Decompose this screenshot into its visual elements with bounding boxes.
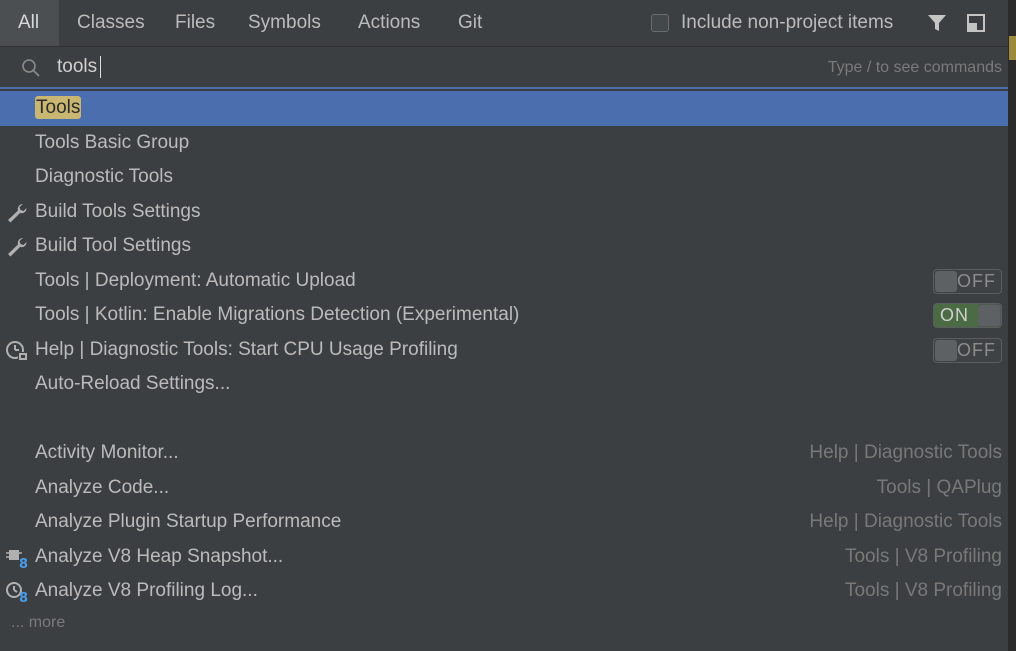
result-row[interactable]: Help | Diagnostic Tools: Start CPU Usage… [0, 333, 1008, 368]
result-location: Tools | QAPlug [876, 476, 1002, 498]
tab-bar: All Classes Files Symbols Actions Git In… [0, 0, 1008, 47]
checkbox-box[interactable] [651, 14, 669, 32]
result-row[interactable]: Analyze Plugin Startup Performance Help … [0, 505, 1008, 540]
tab-classes[interactable]: Classes [59, 0, 163, 46]
tab-all[interactable]: All [0, 0, 59, 46]
more-link[interactable]: ... more [11, 614, 65, 632]
result-label: Analyze V8 Heap Snapshot... [35, 545, 284, 567]
result-label: Build Tools Settings [35, 200, 201, 222]
result-label: Tools | Deployment: Automatic Upload [35, 269, 356, 291]
toggle-state: ON [940, 305, 969, 325]
wrench-icon [5, 202, 29, 224]
result-row[interactable]: Build Tools Settings [0, 195, 1008, 230]
toggle-knob [935, 339, 957, 361]
cpu-profiling-icon [5, 340, 29, 362]
result-label: Tools Basic Group [35, 131, 190, 153]
tab-symbols[interactable]: Symbols [230, 0, 339, 46]
result-row[interactable]: Activity Monitor... Help | Diagnostic To… [0, 436, 1008, 471]
result-row[interactable]: Tools Basic Group [0, 126, 1008, 161]
search-icon [20, 57, 42, 79]
search-everywhere-popup: All Classes Files Symbols Actions Git In… [0, 0, 1009, 651]
toggle-switch[interactable]: ON [933, 303, 1002, 328]
result-row[interactable]: Diagnostic Tools [0, 160, 1008, 195]
result-label: Analyze V8 Profiling Log... [35, 580, 258, 601]
result-location: Help | Diagnostic Tools [809, 442, 1002, 463]
result-label: Analyze Code... [35, 476, 170, 498]
tab-actions[interactable]: Actions [340, 0, 438, 46]
search-hint: Type / to see commands [827, 59, 1002, 76]
result-label: Build Tool Settings [35, 235, 191, 256]
result-label: Activity Monitor... [35, 442, 179, 463]
result-label: Diagnostic Tools [35, 166, 174, 187]
result-row[interactable]: Build Tool Settings [0, 229, 1008, 264]
search-row: Type / to see commands [0, 47, 1008, 89]
tab-files[interactable]: Files [157, 0, 233, 46]
editor-marker [1009, 36, 1016, 60]
list-separator [0, 402, 1008, 437]
toggle-switch[interactable]: OFF [933, 268, 1002, 294]
toggle-switch[interactable]: OFF [933, 337, 1002, 363]
result-location: Tools | V8 Profiling [844, 545, 1002, 567]
result-label: Tools [35, 91, 82, 126]
v8-profiling-icon: 8 [5, 581, 29, 606]
result-location: Help | Diagnostic Tools [809, 511, 1002, 532]
result-row[interactable]: 8 Analyze V8 Profiling Log... Tools | V8… [0, 574, 1008, 609]
filter-icon[interactable] [926, 12, 948, 34]
result-row[interactable]: Analyze Code... Tools | QAPlug [0, 471, 1008, 506]
result-row[interactable]: Tools | Kotlin: Enable Migrations Detect… [0, 298, 1008, 333]
v8-heap-icon: 8 [5, 547, 29, 572]
search-input[interactable] [57, 53, 657, 81]
result-label: Auto-Reload Settings... [35, 373, 231, 394]
result-label: Analyze Plugin Startup Performance [35, 511, 342, 532]
result-label: Tools | Kotlin: Enable Migrations Detect… [35, 304, 520, 325]
result-row-tools[interactable]: Tools [0, 91, 1008, 126]
svg-text:8: 8 [19, 557, 28, 569]
editor-edge [1009, 0, 1016, 651]
result-row[interactable]: Tools | Deployment: Automatic Upload OFF [0, 264, 1008, 299]
toggle-state: OFF [957, 339, 996, 360]
result-row[interactable]: 8 Analyze V8 Heap Snapshot... Tools | V8… [0, 540, 1008, 575]
wrench-icon [5, 236, 29, 258]
result-label: Help | Diagnostic Tools: Start CPU Usage… [35, 338, 458, 360]
svg-text:8: 8 [19, 591, 28, 603]
include-non-project-checkbox[interactable]: Include non-project items [651, 12, 893, 34]
preview-panel-icon[interactable] [965, 12, 987, 34]
result-list: Tools Tools Basic Group Diagnostic Tools… [0, 91, 1008, 609]
tab-git[interactable]: Git [440, 0, 500, 46]
toggle-state: OFF [957, 270, 996, 291]
match-highlight: Tools [35, 96, 82, 119]
toggle-knob [935, 270, 957, 292]
toggle-knob [978, 305, 1000, 326]
result-location: Tools | V8 Profiling [844, 580, 1002, 601]
include-non-project-label: Include non-project items [681, 12, 894, 33]
text-caret [100, 56, 101, 78]
result-row[interactable]: Auto-Reload Settings... [0, 367, 1008, 402]
